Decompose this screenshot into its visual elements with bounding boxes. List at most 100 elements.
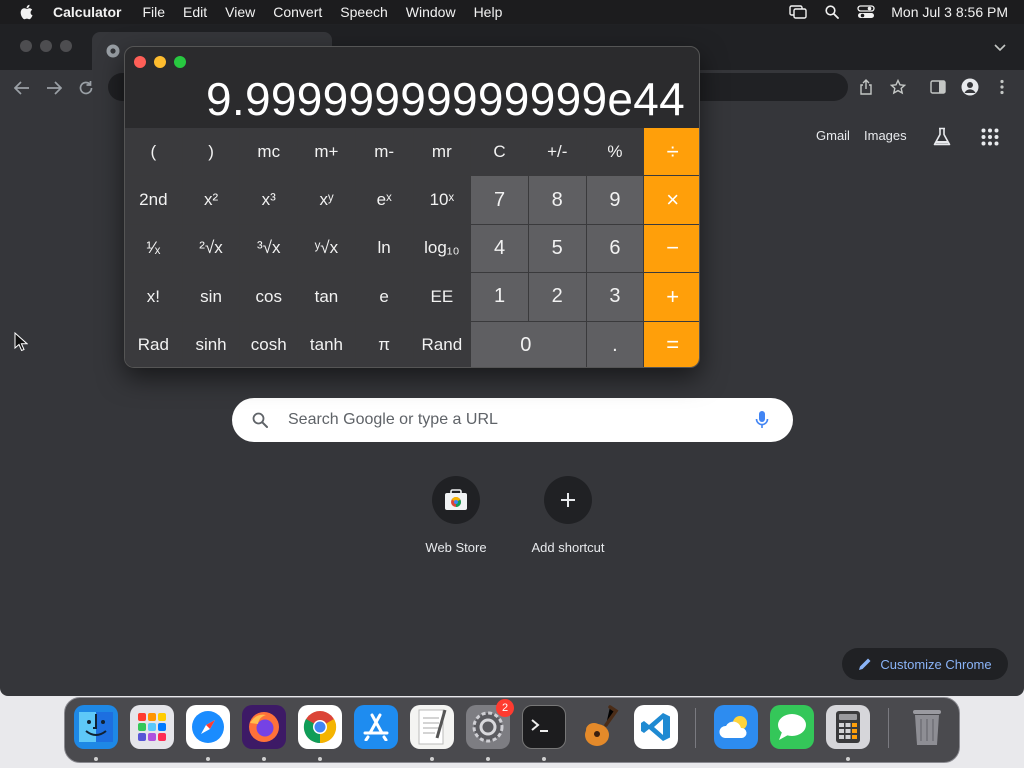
side-panel-icon[interactable]	[926, 75, 950, 99]
chrome-menu-icon[interactable]	[990, 75, 1014, 99]
dock-firefox-icon[interactable]	[242, 705, 286, 749]
menu-bar-clock[interactable]: Mon Jul 3 8:56 PM	[883, 4, 1008, 20]
chrome-close-button[interactable]	[20, 40, 32, 52]
calc-key-cube-root[interactable]: ³√x	[240, 224, 298, 273]
chrome-minimize-button[interactable]	[40, 40, 52, 52]
calc-key-sinh[interactable]: sinh	[182, 321, 240, 367]
dock-safari-icon[interactable]	[186, 705, 230, 749]
gmail-link[interactable]: Gmail	[816, 128, 850, 143]
calc-key-divide[interactable]: ÷	[644, 128, 699, 176]
dock-messages-icon[interactable]	[770, 705, 814, 749]
shortcut-web-store[interactable]: Web Store	[400, 476, 512, 555]
calc-key-7[interactable]: 7	[471, 176, 528, 224]
calc-key-square-root[interactable]: ²√x	[182, 224, 240, 273]
calc-key-rad[interactable]: Rad	[125, 321, 182, 367]
apple-menu[interactable]	[0, 4, 52, 20]
calc-key-reciprocal[interactable]: ¹⁄ₓ	[125, 224, 182, 273]
calc-key-9[interactable]: 9	[586, 176, 644, 224]
google-apps-icon[interactable]	[976, 124, 1004, 150]
calculator-close-button[interactable]	[134, 56, 146, 68]
dock-app-store-icon[interactable]	[354, 705, 398, 749]
calc-key-ten-power[interactable]: 10ˣ	[413, 176, 471, 224]
shortcut-add[interactable]: Add shortcut	[512, 476, 624, 555]
calc-key-multiply[interactable]: ×	[644, 176, 699, 224]
menu-help[interactable]: Help	[465, 0, 512, 24]
share-icon[interactable]	[854, 75, 878, 99]
forward-arrow-icon[interactable]	[42, 76, 66, 100]
calc-key-rand[interactable]: Rand	[413, 321, 471, 367]
dock-textedit-icon[interactable]	[410, 705, 454, 749]
dock-vscode-icon[interactable]	[634, 705, 678, 749]
calc-key-tanh[interactable]: tanh	[298, 321, 355, 367]
bookmark-star-icon[interactable]	[886, 75, 910, 99]
dock-chrome-icon[interactable]	[298, 705, 342, 749]
chrome-zoom-button[interactable]	[60, 40, 72, 52]
calc-key-4[interactable]: 4	[471, 224, 528, 273]
dock-calculator-icon[interactable]	[826, 705, 870, 749]
calc-key-cube[interactable]: x³	[240, 176, 298, 224]
dock-trash-icon[interactable]	[905, 705, 949, 749]
calc-key-3[interactable]: 3	[586, 273, 644, 321]
screen-mirroring-icon[interactable]	[781, 0, 815, 24]
dock-terminal-icon[interactable]	[522, 705, 566, 749]
customize-chrome-button[interactable]: Customize Chrome	[842, 648, 1008, 680]
calculator-zoom-button[interactable]	[174, 56, 186, 68]
calc-key-add[interactable]: +	[644, 273, 699, 321]
dock-launchpad-icon[interactable]	[130, 705, 174, 749]
calc-key-mr[interactable]: mr	[413, 128, 471, 176]
calc-key-2[interactable]: 2	[528, 273, 586, 321]
calc-key-m[interactable]: m-	[355, 128, 413, 176]
calc-key-cos[interactable]: cos	[240, 273, 298, 321]
calc-key-cosh[interactable]: cosh	[240, 321, 298, 367]
calc-key-ln[interactable]: ln	[355, 224, 413, 273]
calc-key-6[interactable]: 6	[586, 224, 644, 273]
calc-key-percent[interactable]: %	[586, 128, 644, 176]
calc-key-exp[interactable]: eˣ	[355, 176, 413, 224]
labs-flask-icon[interactable]	[928, 124, 956, 150]
menu-view[interactable]: View	[216, 0, 264, 24]
dock-garageband-icon[interactable]	[578, 705, 622, 749]
calc-key-subtract[interactable]: −	[644, 224, 699, 273]
calc-key-y-root[interactable]: ʸ√x	[298, 224, 355, 273]
search-input[interactable]	[288, 411, 738, 429]
reload-icon[interactable]	[74, 76, 98, 100]
calc-key-decimal[interactable]: .	[586, 321, 644, 367]
calc-key-0[interactable]: 0	[471, 321, 586, 367]
images-link[interactable]: Images	[864, 128, 907, 143]
menu-file[interactable]: File	[133, 0, 174, 24]
calc-key-1[interactable]: 1	[471, 273, 528, 321]
dock-finder-icon[interactable]	[74, 705, 118, 749]
dock-weather-icon[interactable]	[714, 705, 758, 749]
calc-key-c[interactable]: C	[471, 128, 528, 176]
calc-key-power[interactable]: xʸ	[298, 176, 355, 224]
menu-window[interactable]: Window	[397, 0, 465, 24]
calc-key-square[interactable]: x²	[182, 176, 240, 224]
calc-key-mc[interactable]: mc	[240, 128, 298, 176]
dock-system-settings-icon[interactable]: 2	[466, 699, 514, 749]
calc-key-m[interactable]: m+	[298, 128, 355, 176]
control-center-icon[interactable]	[849, 0, 883, 24]
calc-key-close-paren[interactable]: )	[182, 128, 240, 176]
calc-key-sin[interactable]: sin	[182, 273, 240, 321]
calc-key-ee[interactable]: EE	[413, 273, 471, 321]
profile-icon[interactable]	[958, 75, 982, 99]
calc-key-open-paren[interactable]: (	[125, 128, 182, 176]
calc-key-5[interactable]: 5	[528, 224, 586, 273]
calc-key-toggle-sign[interactable]: +/-	[528, 128, 586, 176]
calc-key-equals[interactable]: =	[644, 321, 699, 367]
chevron-down-icon[interactable]	[990, 38, 1010, 58]
menu-convert[interactable]: Convert	[264, 0, 331, 24]
calc-key-e[interactable]: e	[355, 273, 413, 321]
spotlight-search-icon[interactable]	[815, 0, 849, 24]
voice-search-mic-icon[interactable]	[738, 410, 786, 430]
menu-edit[interactable]: Edit	[174, 0, 216, 24]
calc-key-x[interactable]: x!	[125, 273, 182, 321]
calc-key-8[interactable]: 8	[528, 176, 586, 224]
calculator-minimize-button[interactable]	[154, 56, 166, 68]
calc-key-pi[interactable]: π	[355, 321, 413, 367]
calc-key-log10[interactable]: log₁₀	[413, 224, 471, 273]
calc-key-second[interactable]: 2nd	[125, 176, 182, 224]
calc-key-tan[interactable]: tan	[298, 273, 355, 321]
back-arrow-icon[interactable]	[10, 76, 34, 100]
menu-speech[interactable]: Speech	[331, 0, 396, 24]
